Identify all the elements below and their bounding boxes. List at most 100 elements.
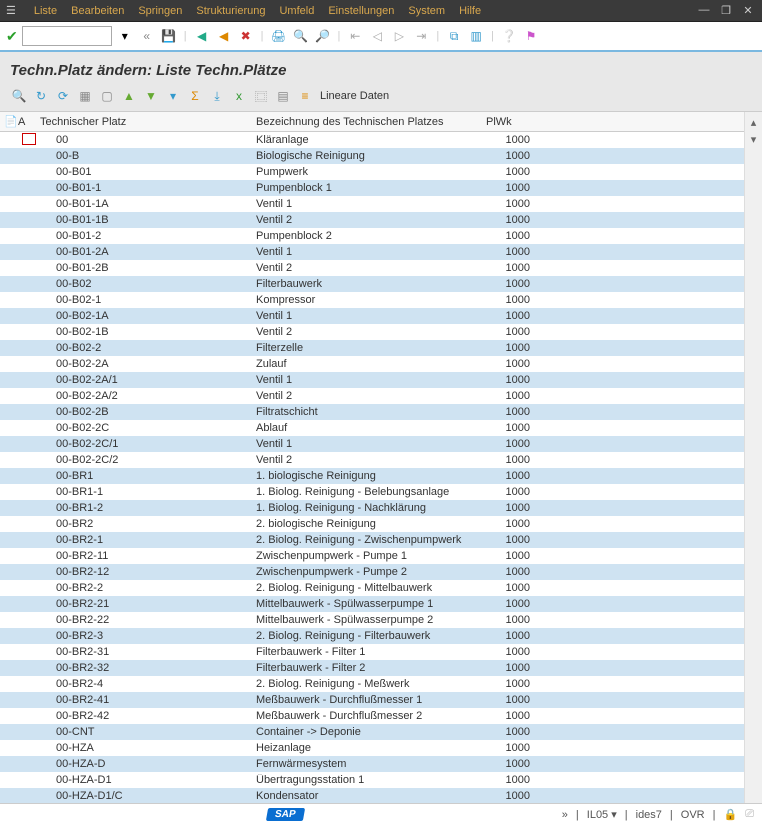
save-icon[interactable]: 💾 <box>160 27 178 45</box>
table-row[interactable]: 00-B02-2C/1Ventil 11000 <box>0 436 744 452</box>
deselect-icon[interactable]: ▢ <box>98 87 116 105</box>
table-row[interactable]: 00-B02-2A/1Ventil 11000 <box>0 372 744 388</box>
table-row[interactable]: 00-CNTContainer -> Deponie1000 <box>0 724 744 740</box>
menu-liste[interactable]: Liste <box>34 5 57 17</box>
total-icon[interactable]: Σ <box>186 87 204 105</box>
linear-data-icon[interactable]: ≡ <box>296 87 314 105</box>
first-page-icon[interactable]: « <box>138 27 156 45</box>
table-row[interactable]: 00Kläranlage1000 <box>0 132 744 148</box>
select-all-icon[interactable]: ▦ <box>76 87 94 105</box>
execute-icon[interactable]: ⟳ <box>54 87 72 105</box>
table-row[interactable]: 00-B01-1BVentil 21000 <box>0 212 744 228</box>
table-row[interactable]: 00-B02Filterbauwerk1000 <box>0 276 744 292</box>
sort-desc-icon[interactable]: ▼ <box>142 87 160 105</box>
window-minimize-icon[interactable]: — <box>696 4 712 17</box>
back-icon[interactable]: ◀ <box>193 27 211 45</box>
table-row[interactable]: 00-BBiologische Reinigung1000 <box>0 148 744 164</box>
table-row[interactable]: 00-BR2-42. Biolog. Reinigung - Meßwerk10… <box>0 676 744 692</box>
table-row[interactable]: 00-BR1-21. Biolog. Reinigung - Nachkläru… <box>0 500 744 516</box>
column-selector[interactable]: 📄 <box>0 115 18 128</box>
table-row[interactable]: 00-B01-1AVentil 11000 <box>0 196 744 212</box>
sort-asc-icon[interactable]: ▲ <box>120 87 138 105</box>
table-row[interactable]: 00-HZA-D1/CKondensator1000 <box>0 788 744 803</box>
command-field[interactable] <box>22 26 112 46</box>
customize-icon[interactable]: ⚑ <box>522 27 540 45</box>
table-row[interactable]: 00-B02-2BFiltratschicht1000 <box>0 404 744 420</box>
excel-icon[interactable]: x <box>230 87 248 105</box>
table-row[interactable]: 00-BR2-32Filterbauwerk - Filter 21000 <box>0 660 744 676</box>
table-row[interactable]: 00-HZA-D1Übertragungsstation 11000 <box>0 772 744 788</box>
scroll-up-icon[interactable]: ▴ <box>751 116 757 129</box>
window-close-icon[interactable]: ✕ <box>740 4 756 17</box>
table-row[interactable]: 00-B01-2Pumpenblock 21000 <box>0 228 744 244</box>
table-row[interactable]: 00-B02-1BVentil 21000 <box>0 324 744 340</box>
exit-icon[interactable]: ◀ <box>215 27 233 45</box>
cancel-icon[interactable]: ✖ <box>237 27 255 45</box>
table-row[interactable]: 00-B02-2CAblauf1000 <box>0 420 744 436</box>
save-layout-icon[interactable]: ▤ <box>274 87 292 105</box>
enter-icon[interactable]: ✔ <box>6 28 18 45</box>
find-next-icon[interactable]: 🔎 <box>313 27 331 45</box>
grid-body[interactable]: 00Kläranlage100000-BBiologische Reinigun… <box>0 132 744 803</box>
new-session-icon[interactable]: ⧉ <box>445 27 463 45</box>
first-record-icon[interactable]: ⇤ <box>346 27 364 45</box>
column-header-plwk[interactable]: PlWk <box>486 116 536 128</box>
table-row[interactable]: 00-BR2-11Zwischenpumpwerk - Pumpe 11000 <box>0 548 744 564</box>
help-icon[interactable]: ❔ <box>500 27 518 45</box>
table-row[interactable]: 00-B02-1Kompressor1000 <box>0 292 744 308</box>
layout-icon[interactable]: ▥ <box>467 27 485 45</box>
table-row[interactable]: 00-BR2-21Mittelbauwerk - Spülwasserpumpe… <box>0 596 744 612</box>
table-row[interactable]: 00-BR2-12. Biolog. Reinigung - Zwischenp… <box>0 532 744 548</box>
table-row[interactable]: 00-BR2-42Meßbauwerk - Durchflußmesser 21… <box>0 708 744 724</box>
table-row[interactable]: 00-BR2-32. Biolog. Reinigung - Filterbau… <box>0 628 744 644</box>
table-row[interactable]: 00-B01-2BVentil 21000 <box>0 260 744 276</box>
table-row[interactable]: 00-HZAHeizanlage1000 <box>0 740 744 756</box>
menu-umfeld[interactable]: Umfeld <box>279 5 314 17</box>
table-row[interactable]: 00-HZA-DFernwärmesystem1000 <box>0 756 744 772</box>
filter-icon[interactable]: ▾ <box>164 87 182 105</box>
find-icon[interactable]: 🔍 <box>291 27 309 45</box>
table-row[interactable]: 00-BR1-11. Biolog. Reinigung - Belebungs… <box>0 484 744 500</box>
status-lock-icon[interactable]: 🔒 <box>723 808 737 821</box>
table-row[interactable]: 00-B01-2AVentil 11000 <box>0 244 744 260</box>
column-header-desc[interactable]: Bezeichnung des Technischen Platzes <box>256 116 486 128</box>
scroll-down-icon[interactable]: ▾ <box>751 133 757 146</box>
linear-data-button[interactable]: Lineare Daten <box>320 90 389 102</box>
table-row[interactable]: 00-B02-1AVentil 11000 <box>0 308 744 324</box>
menu-hilfe[interactable]: Hilfe <box>459 5 481 17</box>
column-header-a[interactable]: A <box>18 116 36 128</box>
table-row[interactable]: 00-BR2-12Zwischenpumpwerk - Pumpe 21000 <box>0 564 744 580</box>
next-record-icon[interactable]: ▷ <box>390 27 408 45</box>
change-layout-icon[interactable]: ⿴ <box>252 87 270 105</box>
menu-system[interactable]: System <box>408 5 445 17</box>
table-row[interactable]: 00-BR2-22. Biolog. Reinigung - Mittelbau… <box>0 580 744 596</box>
export-icon[interactable]: ⤓ <box>208 87 226 105</box>
menu-einstellungen[interactable]: Einstellungen <box>328 5 394 17</box>
table-row[interactable]: 00-B02-2Filterzelle1000 <box>0 340 744 356</box>
column-header-tp[interactable]: Technischer Platz <box>36 116 256 128</box>
table-row[interactable]: 00-BR2-31Filterbauwerk - Filter 11000 <box>0 644 744 660</box>
window-restore-icon[interactable]: ❐ <box>718 4 734 17</box>
menu-strukturierung[interactable]: Strukturierung <box>196 5 265 17</box>
table-row[interactable]: 00-B02-2AZulauf1000 <box>0 356 744 372</box>
table-row[interactable]: 00-BR22. biologische Reinigung1000 <box>0 516 744 532</box>
table-row[interactable]: 00-BR11. biologische Reinigung1000 <box>0 468 744 484</box>
dropdown-icon[interactable]: ▾ <box>116 27 134 45</box>
print-icon[interactable]: 🖨 <box>269 27 287 45</box>
table-row[interactable]: 00-B01Pumpwerk1000 <box>0 164 744 180</box>
side-scroll[interactable]: ▴ ▾ <box>744 112 762 803</box>
table-row[interactable]: 00-B02-2C/2Ventil 21000 <box>0 452 744 468</box>
table-row[interactable]: 00-BR2-41Meßbauwerk - Durchflußmesser 11… <box>0 692 744 708</box>
table-row[interactable]: 00-B01-1Pumpenblock 11000 <box>0 180 744 196</box>
app-menu-icon[interactable]: ☰ <box>6 4 16 17</box>
status-connection-icon[interactable]: ⎚ <box>745 808 754 821</box>
menu-springen[interactable]: Springen <box>138 5 182 17</box>
menu-bearbeiten[interactable]: Bearbeiten <box>71 5 124 17</box>
last-record-icon[interactable]: ⇥ <box>412 27 430 45</box>
detail-icon[interactable]: 🔍 <box>10 87 28 105</box>
table-row[interactable]: 00-BR2-22Mittelbauwerk - Spülwasserpumpe… <box>0 612 744 628</box>
status-expand-icon[interactable]: » <box>562 809 568 821</box>
table-row[interactable]: 00-B02-2A/2Ventil 21000 <box>0 388 744 404</box>
refresh-icon[interactable]: ↻ <box>32 87 50 105</box>
prev-record-icon[interactable]: ◁ <box>368 27 386 45</box>
